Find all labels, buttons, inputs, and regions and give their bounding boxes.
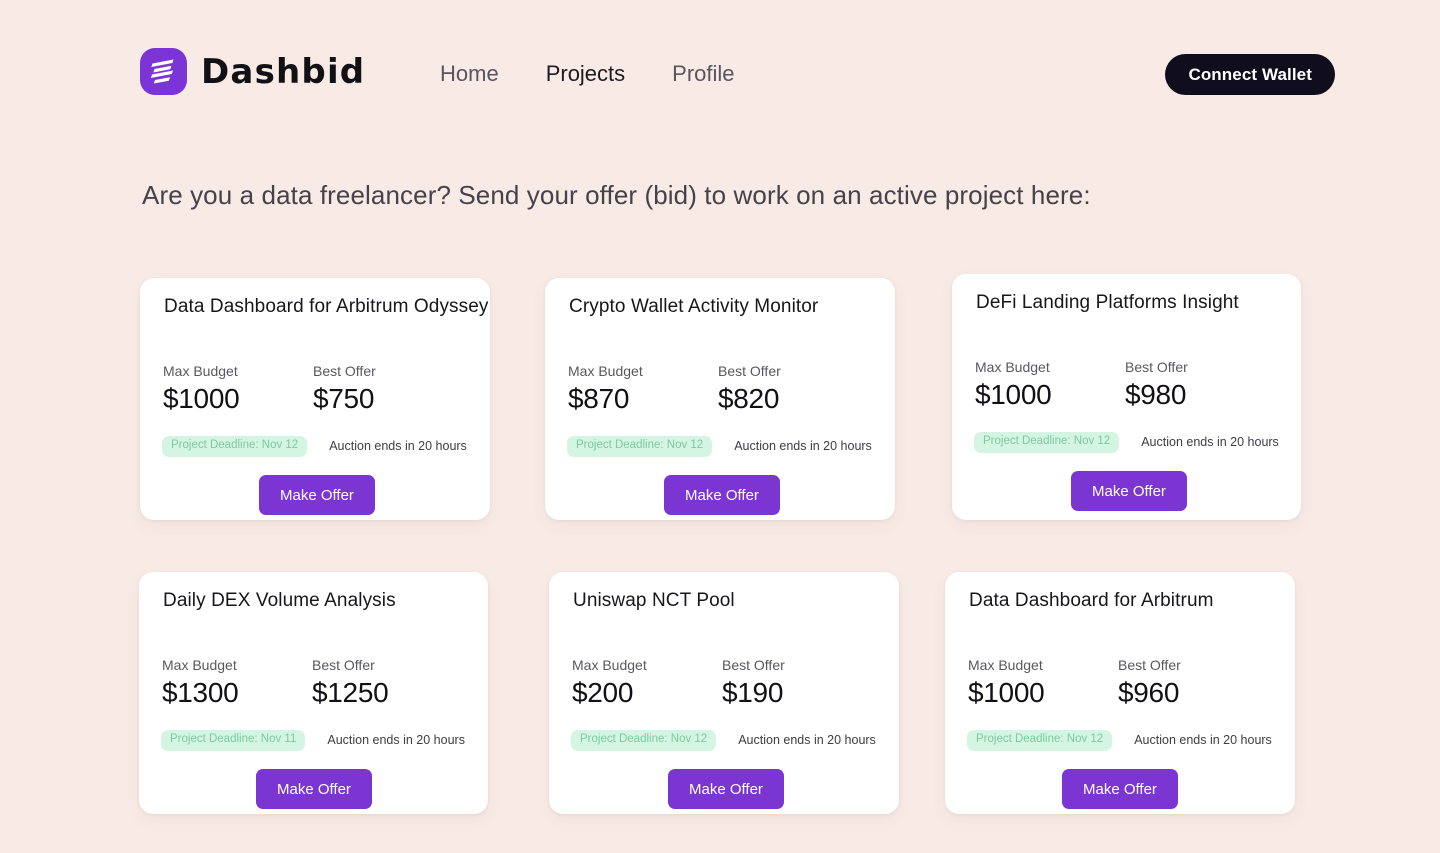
project-meta-row: Project Deadline: Nov 12 Auction ends in… <box>571 730 876 751</box>
best-offer-value: $190 <box>722 676 784 708</box>
project-card[interactable]: Crypto Wallet Activity Monitor Max Budge… <box>545 278 895 520</box>
max-budget-value: $200 <box>572 676 634 708</box>
best-offer-label: Best Offer <box>313 363 376 379</box>
max-budget-label: Max Budget <box>968 657 1043 673</box>
project-meta-row: Project Deadline: Nov 12 Auction ends in… <box>967 730 1272 751</box>
best-offer-value: $960 <box>1118 676 1180 708</box>
max-budget-stat: Max Budget $1300 <box>162 657 312 709</box>
make-offer-button[interactable]: Make Offer <box>259 475 375 515</box>
best-offer-stat: Best Offer $980 <box>1125 359 1275 411</box>
max-budget-stat: Max Budget $1000 <box>975 359 1125 411</box>
best-offer-stat: Best Offer $820 <box>718 363 868 415</box>
best-offer-stat: Best Offer $1250 <box>312 657 462 709</box>
max-budget-value: $1000 <box>975 378 1052 410</box>
best-offer-label: Best Offer <box>312 657 375 673</box>
best-offer-stat: Best Offer $960 <box>1118 657 1268 709</box>
best-offer-stat: Best Offer $190 <box>722 657 872 709</box>
make-offer-button[interactable]: Make Offer <box>1071 471 1187 511</box>
make-offer-button[interactable]: Make Offer <box>668 769 784 809</box>
best-offer-value: $750 <box>313 382 375 414</box>
project-deadline-badge: Project Deadline: Nov 12 <box>162 436 308 457</box>
project-title: Daily DEX Volume Analysis <box>163 590 396 611</box>
max-budget-stat: Max Budget $870 <box>568 363 718 415</box>
auction-countdown-text: Auction ends in 20 hours <box>738 733 876 748</box>
make-offer-button[interactable]: Make Offer <box>1062 769 1178 809</box>
max-budget-value: $870 <box>568 382 630 414</box>
max-budget-label: Max Budget <box>568 363 643 379</box>
dashbid-stripes-logo-icon <box>140 48 187 95</box>
nav-item-home[interactable]: Home <box>440 60 499 89</box>
page-headline: Are you a data freelancer? Send your off… <box>142 180 1091 210</box>
brand-name: Dashbid <box>201 51 366 92</box>
auction-countdown-text: Auction ends in 20 hours <box>329 439 467 454</box>
project-stats: Max Budget $870 Best Offer $820 <box>568 363 868 415</box>
nav-item-projects[interactable]: Projects <box>546 60 625 89</box>
max-budget-stat: Max Budget $1000 <box>163 363 313 415</box>
max-budget-value: $1000 <box>968 676 1045 708</box>
project-title: Data Dashboard for Arbitrum <box>969 590 1214 611</box>
auction-countdown-text: Auction ends in 20 hours <box>734 439 872 454</box>
connect-wallet-button[interactable]: Connect Wallet <box>1165 54 1335 95</box>
best-offer-value: $820 <box>718 382 780 414</box>
project-deadline-badge: Project Deadline: Nov 12 <box>567 436 713 457</box>
best-offer-label: Best Offer <box>722 657 785 673</box>
project-stats: Max Budget $1000 Best Offer $750 <box>163 363 463 415</box>
project-deadline-badge: Project Deadline: Nov 12 <box>974 432 1120 453</box>
project-meta-row: Project Deadline: Nov 12 Auction ends in… <box>162 436 467 457</box>
make-offer-button[interactable]: Make Offer <box>664 475 780 515</box>
project-card[interactable]: Uniswap NCT Pool Max Budget $200 Best Of… <box>549 572 899 814</box>
max-budget-label: Max Budget <box>162 657 237 673</box>
project-card[interactable]: DeFi Landing Platforms Insight Max Budge… <box>952 274 1301 520</box>
project-stats: Max Budget $200 Best Offer $190 <box>572 657 872 709</box>
best-offer-label: Best Offer <box>718 363 781 379</box>
project-deadline-badge: Project Deadline: Nov 12 <box>967 730 1113 751</box>
make-offer-button[interactable]: Make Offer <box>256 769 372 809</box>
max-budget-label: Max Budget <box>163 363 238 379</box>
max-budget-stat: Max Budget $200 <box>572 657 722 709</box>
project-title: DeFi Landing Platforms Insight <box>976 292 1239 313</box>
project-deadline-badge: Project Deadline: Nov 11 <box>161 730 306 751</box>
project-title: Data Dashboard for Arbitrum Odyssey <box>164 296 489 317</box>
best-offer-label: Best Offer <box>1118 657 1181 673</box>
project-title: Crypto Wallet Activity Monitor <box>569 296 819 317</box>
best-offer-value: $980 <box>1125 378 1187 410</box>
project-title: Uniswap NCT Pool <box>573 590 735 611</box>
auction-countdown-text: Auction ends in 20 hours <box>327 733 465 748</box>
project-stats: Max Budget $1000 Best Offer $980 <box>975 359 1275 411</box>
project-stats: Max Budget $1000 Best Offer $960 <box>968 657 1268 709</box>
project-meta-row: Project Deadline: Nov 11 Auction ends in… <box>161 730 465 751</box>
auction-countdown-text: Auction ends in 20 hours <box>1141 435 1279 450</box>
project-meta-row: Project Deadline: Nov 12 Auction ends in… <box>974 432 1279 453</box>
project-card[interactable]: Data Dashboard for Arbitrum Max Budget $… <box>945 572 1295 814</box>
project-card[interactable]: Daily DEX Volume Analysis Max Budget $13… <box>139 572 488 814</box>
project-card[interactable]: Data Dashboard for Arbitrum Odyssey Max … <box>140 278 490 520</box>
auction-countdown-text: Auction ends in 20 hours <box>1134 733 1272 748</box>
project-stats: Max Budget $1300 Best Offer $1250 <box>162 657 462 709</box>
project-deadline-badge: Project Deadline: Nov 12 <box>571 730 717 751</box>
nav-item-profile[interactable]: Profile <box>672 60 734 89</box>
best-offer-label: Best Offer <box>1125 359 1188 375</box>
max-budget-value: $1000 <box>163 382 240 414</box>
best-offer-stat: Best Offer $750 <box>313 363 463 415</box>
site-header: Dashbid Home Projects Profile Connect Wa… <box>0 0 1440 148</box>
main-nav: Home Projects Profile <box>440 60 735 89</box>
project-meta-row: Project Deadline: Nov 12 Auction ends in… <box>567 436 872 457</box>
max-budget-value: $1300 <box>162 676 239 708</box>
max-budget-stat: Max Budget $1000 <box>968 657 1118 709</box>
max-budget-label: Max Budget <box>975 359 1050 375</box>
brand-logo[interactable]: Dashbid <box>140 48 365 95</box>
max-budget-label: Max Budget <box>572 657 647 673</box>
best-offer-value: $1250 <box>312 676 389 708</box>
